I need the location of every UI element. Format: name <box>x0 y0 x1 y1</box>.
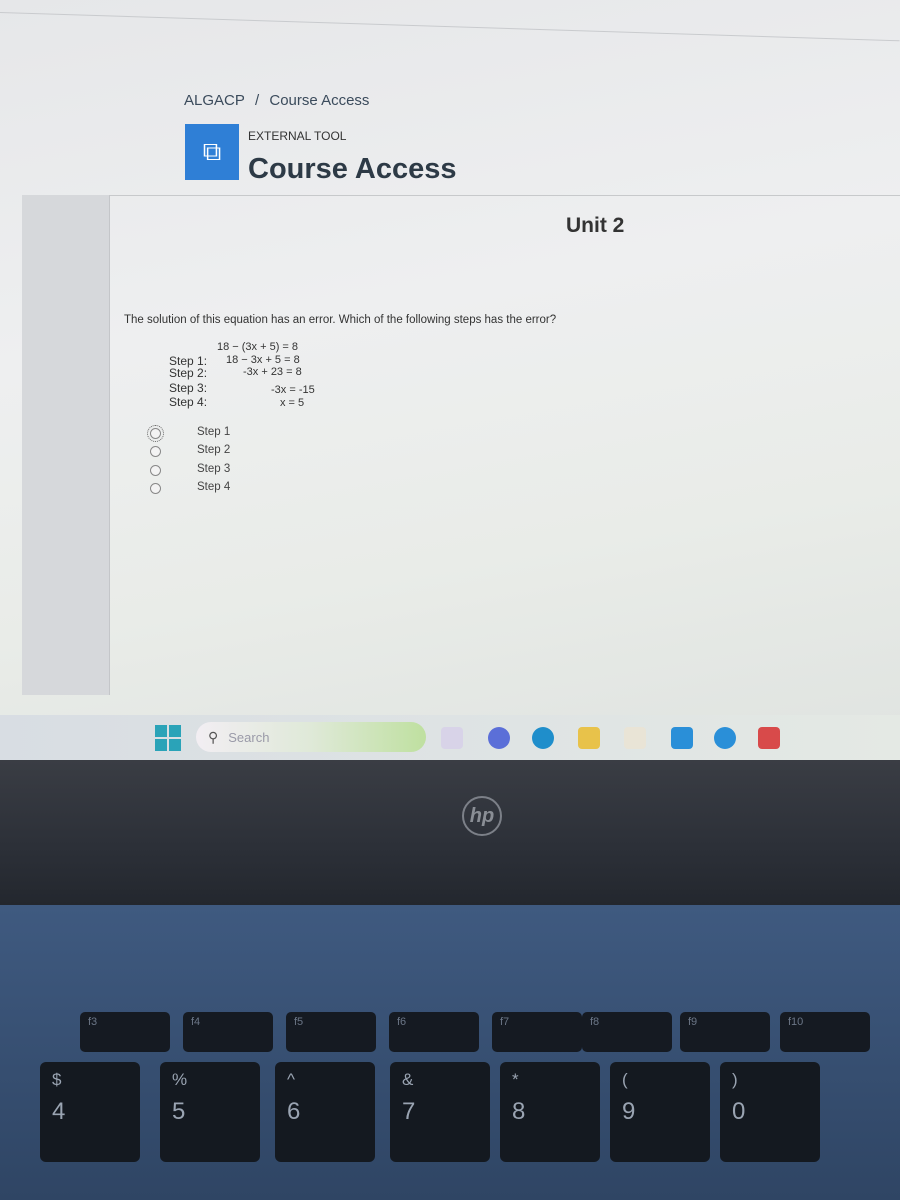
unit-title: Unit 2 <box>566 214 625 237</box>
frame-sidebar <box>22 195 110 695</box>
step-label: Step 3: <box>169 381 208 395</box>
key-shift-label: ) <box>732 1070 738 1089</box>
function-key[interactable]: f10 <box>780 1012 870 1052</box>
key-shift-label: * <box>512 1070 519 1089</box>
laptop-bezel <box>0 760 900 905</box>
key-shift-label: & <box>402 1070 414 1089</box>
key-shift-label: ( <box>622 1070 628 1089</box>
equation-line: -3x + 23 = 8 <box>243 366 302 378</box>
search-icon: ⚲ <box>208 728 219 745</box>
key-5[interactable]: % 5 <box>160 1062 260 1162</box>
key-shift-label: % <box>172 1070 188 1089</box>
radio-button[interactable] <box>150 465 161 476</box>
option-step-3[interactable]: Step 3 <box>150 463 230 476</box>
function-key[interactable]: f5 <box>286 1012 376 1052</box>
breadcrumb-current: Course Access <box>269 92 370 109</box>
key-label: 8 <box>512 1098 526 1125</box>
option-label: Step 4 <box>197 481 231 493</box>
search-placeholder: Search <box>228 729 270 745</box>
function-key[interactable]: f4 <box>183 1012 273 1052</box>
breadcrumb-course-link[interactable]: ALGACP <box>184 92 245 109</box>
option-step-1[interactable]: Step 1 <box>147 425 230 442</box>
divider <box>0 12 900 42</box>
function-key[interactable]: f8 <box>582 1012 672 1052</box>
option-step-4[interactable]: Step 4 <box>150 481 230 494</box>
mdp-app-icon[interactable] <box>671 727 693 749</box>
radio-button[interactable] <box>150 483 161 494</box>
step-label: Step 2: <box>169 366 208 380</box>
key-label: 9 <box>622 1098 636 1125</box>
mcafee-icon[interactable] <box>758 727 780 749</box>
key-6[interactable]: ^ 6 <box>275 1062 375 1162</box>
key-label: 6 <box>287 1098 301 1125</box>
puzzle-icon: ⧉ <box>185 124 239 180</box>
page-title: Course Access <box>248 153 457 185</box>
breadcrumb: ALGACP / Course Access <box>184 92 375 109</box>
file-explorer-icon[interactable] <box>578 727 600 749</box>
key-0[interactable]: ) 0 <box>720 1062 820 1162</box>
function-key[interactable]: f6 <box>389 1012 479 1052</box>
windows-start-icon[interactable] <box>155 725 181 751</box>
equation-line: 18 − (3x + 5) = 8 <box>217 341 299 353</box>
store-icon[interactable] <box>624 727 646 749</box>
key-label: 4 <box>52 1098 66 1125</box>
radio-button[interactable] <box>147 425 164 442</box>
key-label: 7 <box>402 1098 416 1125</box>
teams-chat-icon[interactable] <box>488 727 510 749</box>
option-step-2[interactable]: Step 2 <box>150 444 230 457</box>
function-key[interactable]: f3 <box>80 1012 170 1052</box>
help-icon[interactable] <box>714 727 736 749</box>
option-label: Step 2 <box>197 444 231 456</box>
key-shift-label: $ <box>52 1070 62 1089</box>
function-key[interactable]: f9 <box>680 1012 770 1052</box>
breadcrumb-separator: / <box>255 92 260 109</box>
key-9[interactable]: (9 <box>610 1062 710 1162</box>
laptop-screen: ALGACP / Course Access ⧉ EXTERNAL TOOL C… <box>0 0 900 760</box>
key-shift-label: ^ <box>287 1070 295 1089</box>
hp-logo: hp <box>462 796 502 836</box>
taskbar-search[interactable]: ⚲ Search <box>196 722 426 752</box>
radio-button[interactable] <box>150 446 161 457</box>
key-label: 5 <box>172 1098 186 1125</box>
key-4[interactable]: $4 <box>40 1062 140 1162</box>
key-label: 0 <box>732 1098 746 1125</box>
tool-kind-label: EXTERNAL TOOL <box>248 129 347 143</box>
question-text: The solution of this equation has an err… <box>124 314 557 326</box>
equation-line: x = 5 <box>280 397 305 409</box>
task-view-icon[interactable] <box>441 727 463 749</box>
edge-icon[interactable] <box>532 727 554 749</box>
option-label: Step 3 <box>197 463 231 475</box>
step-label: Step 4: <box>169 395 208 409</box>
option-label: Step 1 <box>197 426 231 438</box>
equation-line: -3x = -15 <box>271 384 315 396</box>
key-8[interactable]: * 8 <box>500 1062 600 1162</box>
function-key[interactable]: f7 <box>492 1012 582 1052</box>
equation-line: 18 − 3x + 5 = 8 <box>226 354 300 366</box>
key-7[interactable]: & 7 <box>390 1062 490 1162</box>
